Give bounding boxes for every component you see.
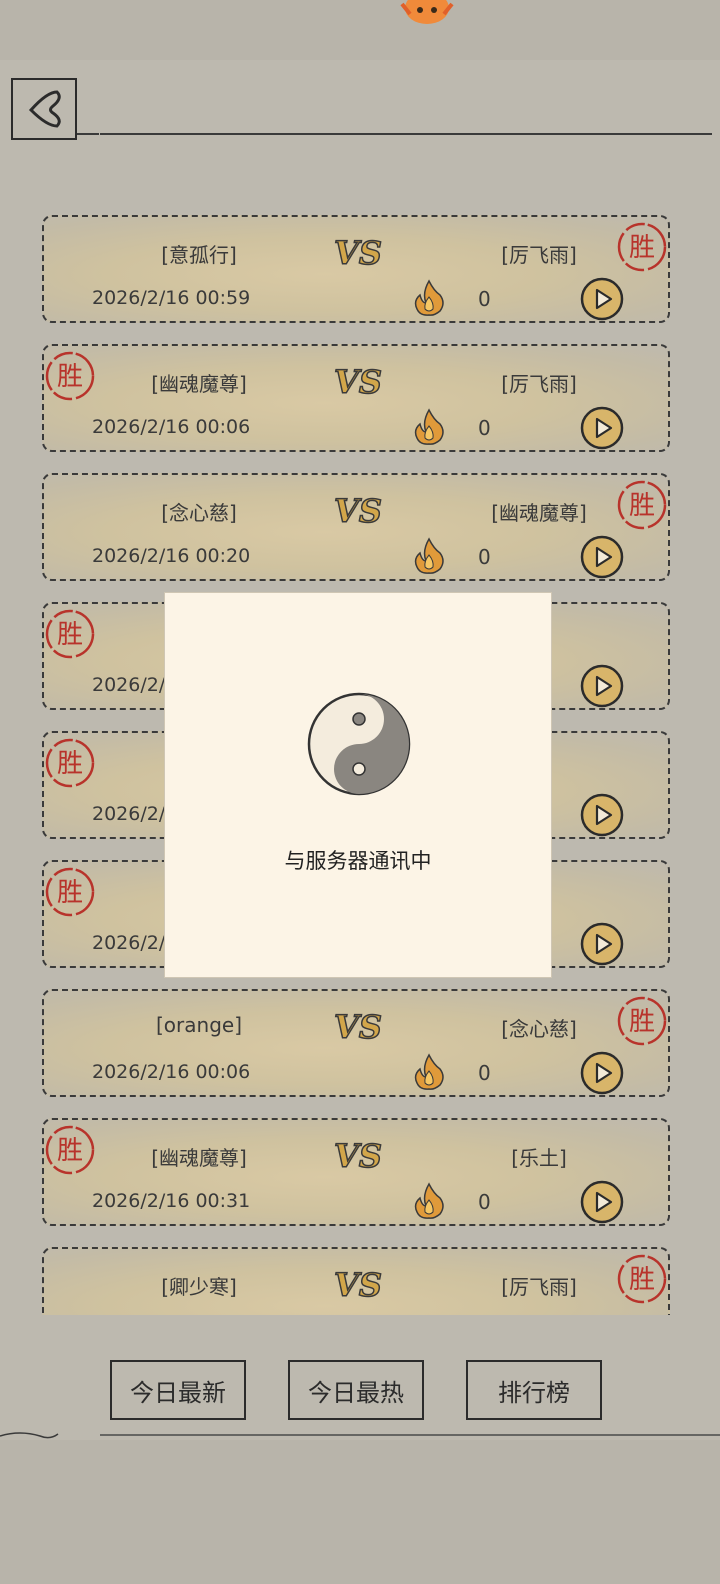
winner-seal-right-icon: 胜 [617,480,667,530]
winner-seal-text: 胜 [57,878,83,908]
player-left-name: [念心慈] [161,501,237,525]
player-left-name: [幽魂魔尊] [151,372,247,396]
winner-seal-left-icon: 胜 [45,738,95,788]
heat-score: 0 [478,545,491,569]
svg-text:VS: VS [334,363,382,401]
match-time: 2026/2/16 00:06 [92,416,251,438]
back-arrow-icon [28,90,61,128]
player-right-name: [念心慈] [501,1017,577,1041]
winner-seal-right-icon: 胜 [617,222,667,272]
loading-message: 与服务器通讯中 [284,849,432,873]
match-card[interactable]: [幽魂魔尊] [乐土] VS 2026/2/16 00:31 0 胜 [42,1118,670,1226]
match-time: 2026/2/ [92,674,166,696]
play-replay-button[interactable] [580,922,624,966]
winner-seal-text: 胜 [629,233,655,263]
winner-seal-text: 胜 [629,1265,655,1295]
svg-text:VS: VS [334,1008,382,1046]
vs-icon: VS [333,1007,382,1046]
player-right-name: [厉飞雨] [501,372,577,396]
player-left-name: [幽魂魔尊] [151,1146,247,1170]
heat-score: 0 [478,287,491,311]
winner-seal-text: 胜 [629,491,655,521]
top-band [0,0,720,60]
header-divider-short [77,133,99,135]
winner-seal-left-icon: 胜 [45,1125,95,1175]
player-right-name: [厉飞雨] [501,1275,577,1299]
header-divider [100,133,712,135]
match-card[interactable]: [意孤行] [厉飞雨] VS 2026/2/16 00:59 0 胜 [42,215,670,323]
match-time: 2026/2/ [92,932,166,954]
play-replay-button[interactable] [580,664,624,708]
play-replay-button[interactable] [580,793,624,837]
flame-icon [414,537,444,574]
match-time: 2026/2/16 00:59 [92,287,251,309]
player-left-name: [orange] [156,1013,242,1037]
player-right-name: [幽魂魔尊] [491,501,587,525]
match-time: 2026/2/16 00:31 [92,1190,251,1212]
heat-score: 0 [478,416,491,440]
winner-seal-text: 胜 [57,362,83,392]
play-replay-button[interactable] [580,1180,624,1224]
play-replay-button[interactable] [580,1051,624,1095]
player-right-name: [厉飞雨] [501,243,577,267]
winner-seal-right-icon: 胜 [617,996,667,1046]
vs-icon: VS [333,1265,382,1304]
vs-icon: VS [333,1136,382,1175]
bottom-divider [0,1432,720,1439]
winner-seal-right-icon: 胜 [617,1254,667,1304]
match-card[interactable]: [幽魂魔尊] [厉飞雨] VS 2026/2/16 00:06 0 胜 [42,344,670,452]
svg-text:VS: VS [334,492,382,530]
play-replay-button[interactable] [580,277,624,321]
yin-yang-icon [307,692,411,796]
heat-score: 0 [478,1190,491,1214]
match-card[interactable]: [卿少寒] [厉飞雨] VS 胜 [42,1247,670,1315]
heat-score: 0 [478,1061,491,1085]
player-left-name: [意孤行] [161,243,237,267]
tab-today-latest[interactable]: 今日最新 [110,1360,246,1420]
match-time: 2026/2/16 00:20 [92,545,251,567]
flame-icon [414,408,444,445]
play-replay-button[interactable] [580,406,624,450]
svg-text:VS: VS [334,1137,382,1175]
vs-icon: VS [333,491,382,530]
loading-dialog: 与服务器通讯中 [164,592,552,978]
winner-seal-left-icon: 胜 [45,351,95,401]
match-card[interactable]: [念心慈] [幽魂魔尊] VS 2026/2/16 00:20 0 胜 [42,473,670,581]
player-right-name: [乐土] [511,1146,567,1170]
match-time: 2026/2/16 00:06 [92,1061,251,1083]
tab-today-hottest[interactable]: 今日最热 [288,1360,424,1420]
svg-text:VS: VS [334,234,382,272]
winner-seal-text: 胜 [57,749,83,779]
winner-seal-text: 胜 [57,1136,83,1166]
vs-icon: VS [333,233,382,272]
winner-seal-left-icon: 胜 [45,609,95,659]
flame-icon [414,1182,444,1219]
flame-icon [414,1053,444,1090]
player-left-name: [卿少寒] [161,1275,237,1299]
svg-text:VS: VS [334,1266,382,1304]
mascot-icon [400,0,454,24]
tab-leaderboard[interactable]: 排行榜 [466,1360,602,1420]
vs-icon: VS [333,362,382,401]
match-card[interactable]: [orange] [念心慈] VS 2026/2/16 00:06 0 胜 [42,989,670,1097]
winner-seal-text: 胜 [629,1007,655,1037]
winner-seal-text: 胜 [57,620,83,650]
play-replay-button[interactable] [580,535,624,579]
flame-icon [414,279,444,316]
back-button[interactable] [11,78,77,140]
winner-seal-left-icon: 胜 [45,867,95,917]
match-time: 2026/2/ [92,803,166,825]
